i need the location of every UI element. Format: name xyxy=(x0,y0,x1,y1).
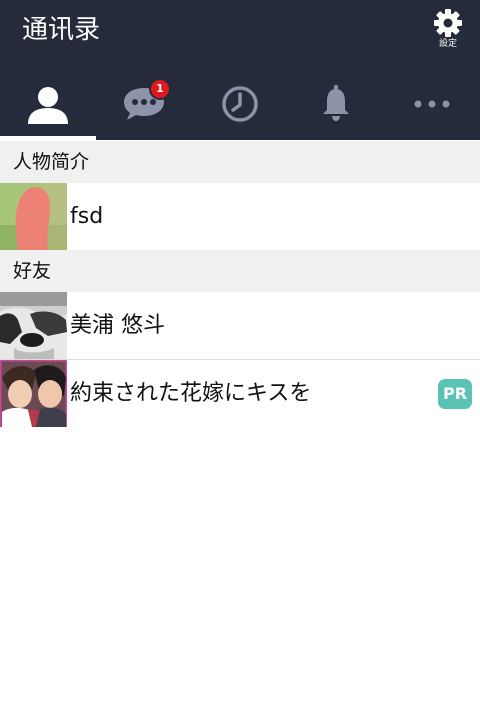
clock-icon xyxy=(222,86,258,122)
tab-notifications[interactable] xyxy=(288,72,384,140)
more-dots-icon xyxy=(414,100,450,108)
settings-label: 設定 xyxy=(438,39,457,49)
friend-avatar xyxy=(0,360,67,427)
tab-more[interactable] xyxy=(384,72,480,140)
gear-icon xyxy=(434,9,462,37)
friend-name: 美浦 悠斗 xyxy=(70,313,165,338)
friend-row[interactable]: 美浦 悠斗 xyxy=(0,292,480,359)
tab-chats[interactable]: 1 xyxy=(96,72,192,140)
page-title: 通讯录 xyxy=(22,15,101,45)
pr-badge: PR xyxy=(438,379,472,409)
section-header-friends: 好友 xyxy=(0,250,480,292)
profile-avatar xyxy=(0,183,67,250)
tab-bar: 1 xyxy=(0,72,480,140)
friend-row[interactable]: 約束された花嫁にキスを PR xyxy=(0,360,480,427)
tab-history[interactable] xyxy=(192,72,288,140)
tab-contacts[interactable] xyxy=(0,72,96,140)
unread-badge: 1 xyxy=(149,78,171,100)
bell-icon xyxy=(323,85,349,121)
section-header-profile: 人物简介 xyxy=(0,141,480,183)
app-header: 通讯录 設定 1 xyxy=(0,0,480,140)
active-tab-indicator xyxy=(0,136,96,140)
profile-name: fsd xyxy=(70,204,104,229)
profile-row[interactable]: fsd xyxy=(0,183,480,250)
settings-button[interactable]: 設定 xyxy=(428,8,468,54)
friend-name: 約束された花嫁にキスを xyxy=(70,381,312,406)
friend-avatar xyxy=(0,292,67,359)
person-icon xyxy=(28,87,68,124)
